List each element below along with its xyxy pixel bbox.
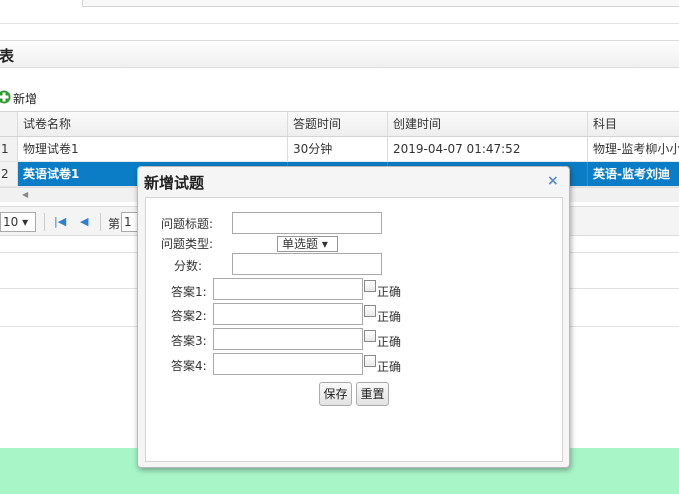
score-input[interactable] — [232, 253, 382, 275]
answer-2-correct-label: 正确 — [377, 310, 402, 324]
panel-title: 表 — [0, 47, 15, 65]
answer-3-input[interactable] — [213, 328, 363, 350]
page-size-value: 10 — [3, 215, 19, 229]
question-type-label: 问题类型: — [161, 237, 214, 251]
cell-time: 30分钟 — [288, 137, 388, 161]
prev-page-icon[interactable]: ◀ — [80, 215, 88, 228]
add-icon[interactable] — [0, 90, 11, 104]
answer-4-correct-label: 正确 — [377, 360, 402, 374]
scroll-left-icon[interactable]: ◀ — [22, 190, 28, 199]
answer-1-input[interactable] — [213, 278, 363, 300]
answer-3-label: 答案3: — [171, 334, 207, 348]
answer-4-label: 答案4: — [171, 359, 207, 373]
first-page-icon[interactable]: |◀ — [54, 215, 66, 228]
add-button[interactable]: 新增 — [13, 90, 37, 107]
pager-separator — [44, 213, 45, 231]
cell-name: 物理试卷1 — [18, 137, 288, 161]
question-type-select[interactable]: 单选题 ▾ — [277, 236, 338, 252]
close-icon[interactable]: × — [547, 173, 559, 189]
cell-subject: 物理-监考柳小小 — [593, 142, 679, 156]
cell-created: 2019-04-07 01:47:52 — [388, 137, 588, 161]
question-title-label: 问题标题: — [161, 217, 214, 231]
column-header-subject[interactable]: 科目 — [588, 112, 679, 136]
row-number: 2 — [0, 162, 18, 186]
column-header-name[interactable]: 试卷名称 — [18, 112, 288, 136]
top-bar-box — [82, 0, 679, 7]
answer-4-correct-checkbox[interactable] — [364, 355, 376, 367]
page-label: 第 — [108, 217, 121, 231]
answer-2-correct-checkbox[interactable] — [364, 305, 376, 317]
dialog-header[interactable]: 新增试题 × — [138, 167, 569, 195]
page-size-select[interactable]: 10 ▾ — [0, 212, 36, 232]
column-header-created[interactable]: 创建时间 — [388, 112, 588, 136]
answer-2-input[interactable] — [213, 303, 363, 325]
reset-button[interactable]: 重置 — [356, 382, 389, 406]
table-row[interactable]: 1 物理试卷1 30分钟 2019-04-07 01:47:52 物理-监考柳小… — [0, 137, 679, 162]
dialog-title: 新增试题 — [144, 174, 205, 192]
answer-3-correct-label: 正确 — [377, 335, 402, 349]
answer-1-label: 答案1: — [171, 285, 207, 299]
dialog-body: 问题标题: 问题类型: 单选题 ▾ 分数: 答案1: 正确 答案2: 正确 答案… — [145, 197, 563, 462]
rownum-header — [0, 112, 18, 136]
answer-4-input[interactable] — [213, 353, 363, 375]
pager-separator — [100, 213, 101, 231]
top-bar — [0, 0, 679, 24]
add-question-dialog: 新增试题 × 问题标题: 问题类型: 单选题 ▾ 分数: 答案1: 正确 答案2… — [137, 166, 570, 468]
row-number: 1 — [0, 137, 18, 161]
save-button[interactable]: 保存 — [319, 382, 352, 406]
toolbar: 新增 — [0, 84, 679, 112]
answer-3-correct-checkbox[interactable] — [364, 330, 376, 342]
column-header-time[interactable]: 答题时间 — [288, 112, 388, 136]
question-type-value: 单选题 — [282, 237, 319, 251]
answer-1-correct-label: 正确 — [377, 285, 402, 299]
question-title-input[interactable] — [232, 212, 382, 234]
score-label: 分数: — [174, 259, 203, 273]
answer-2-label: 答案2: — [171, 309, 207, 323]
cell-subject: 英语-监考刘迪 — [593, 167, 670, 181]
panel-header: 表 — [0, 40, 679, 68]
answer-1-correct-checkbox[interactable] — [364, 280, 376, 292]
grid-header: 试卷名称 答题时间 创建时间 科目 — [0, 111, 679, 137]
